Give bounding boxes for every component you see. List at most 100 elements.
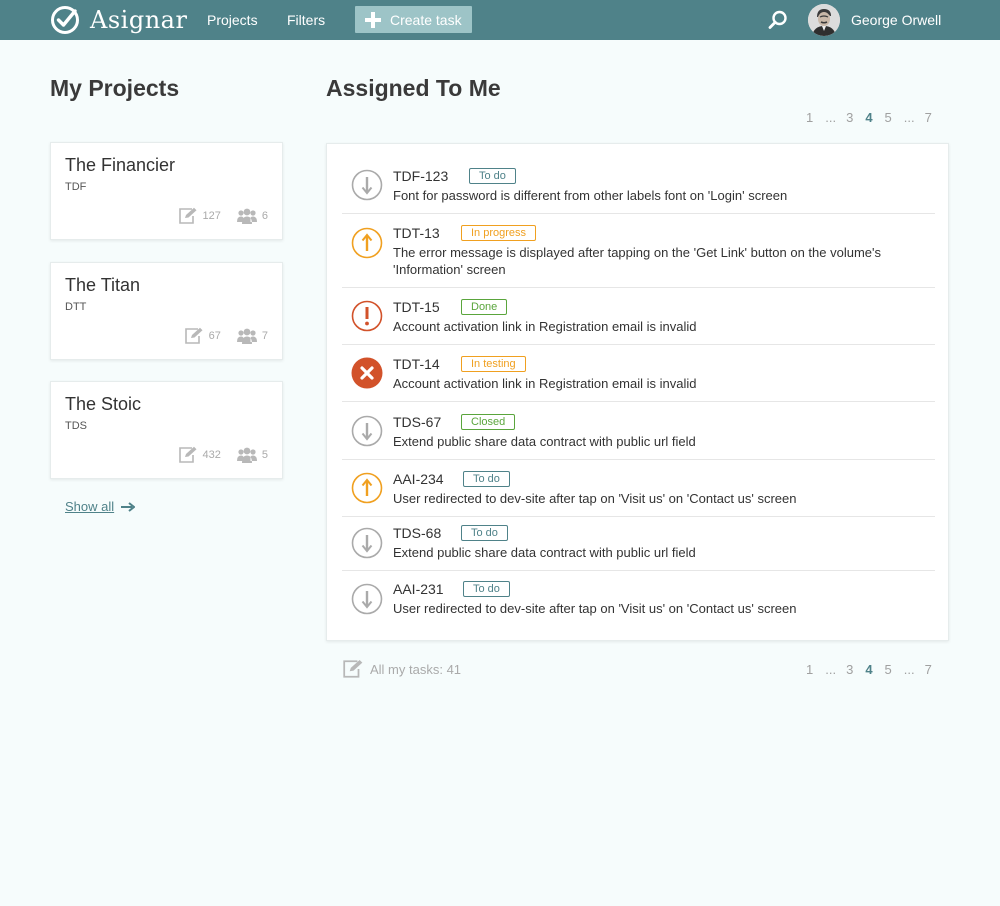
users-icon <box>236 447 257 463</box>
member-count: 5 <box>261 449 268 461</box>
arrow-down-circle-icon <box>351 527 383 559</box>
edit-icon <box>184 327 203 344</box>
status-badge: Done <box>461 299 508 315</box>
task-description: User redirected to dev-site after tap on… <box>393 491 797 506</box>
member-count: 6 <box>261 210 268 222</box>
top-navigation-bar: Asignar Projects Filters Create task Geo… <box>0 0 1000 40</box>
nav-projects[interactable]: Projects <box>207 0 258 40</box>
plus-icon <box>365 11 381 28</box>
project-name: The Titan <box>65 275 141 295</box>
search-icon[interactable] <box>767 9 789 31</box>
task-id: TDS-67 <box>393 414 442 430</box>
page-link[interactable]: 1 <box>806 110 813 125</box>
all-tasks-label: All my tasks: 41 <box>370 661 462 677</box>
arrow-up-circle-icon <box>351 472 383 504</box>
task-description: Font for password is different from othe… <box>393 188 788 203</box>
task-count: 432 <box>202 449 221 461</box>
user-avatar-icon <box>808 4 840 36</box>
page-ellipsis: ... <box>825 110 837 125</box>
page-current[interactable]: 4 <box>865 110 872 125</box>
project-card-titan[interactable]: The Titan DTT 67 7 <box>50 262 283 360</box>
users-icon <box>236 328 257 344</box>
status-badge: To do <box>463 471 510 487</box>
project-card-financier[interactable]: The Financier TDF 127 6 <box>50 142 283 240</box>
pagination-bottom: 1 ... 3 4 5 ... 7 <box>806 662 944 677</box>
task-row[interactable]: TDT-13 In progress The error message is … <box>342 214 935 288</box>
page-ellipsis: ... <box>903 110 915 125</box>
project-stats: 127 6 <box>178 207 268 225</box>
task-row[interactable]: TDS-67 Closed Extend public share data c… <box>342 402 935 460</box>
users-icon <box>236 208 257 224</box>
task-row[interactable]: AAI-231 To do User redirected to dev-sit… <box>342 571 935 627</box>
task-id: TDF-123 <box>393 168 449 184</box>
project-card-stoic[interactable]: The Stoic TDS 432 5 <box>50 381 283 479</box>
edit-icon <box>343 659 363 678</box>
project-code: TDS <box>65 420 87 432</box>
task-description: Extend public share data contract with p… <box>393 434 696 449</box>
status-badge: In testing <box>461 356 526 372</box>
assigned-tasks-panel: TDF-123 To do Font for password is diffe… <box>326 143 949 641</box>
app-name: Asignar <box>90 6 188 34</box>
project-stats: 432 5 <box>178 446 268 464</box>
arrow-down-circle-icon <box>351 583 383 615</box>
status-badge: Closed <box>461 414 516 430</box>
task-id: TDT-15 <box>393 299 440 315</box>
page-link[interactable]: 5 <box>885 110 892 125</box>
task-description: Account activation link in Registration … <box>393 376 697 391</box>
project-code: TDF <box>65 181 87 193</box>
checkmark-circle-icon <box>51 6 79 34</box>
task-row[interactable]: TDS-68 To do Extend public share data co… <box>342 517 935 571</box>
page-link[interactable]: 3 <box>846 662 853 677</box>
create-task-button[interactable]: Create task <box>355 6 472 33</box>
project-name: The Stoic <box>65 394 142 414</box>
task-id: TDT-14 <box>393 356 440 372</box>
my-projects-title: My Projects <box>50 75 180 101</box>
task-description: Extend public share data contract with p… <box>393 545 696 560</box>
status-badge: To do <box>469 168 516 184</box>
show-all-link[interactable]: Show all <box>65 499 136 514</box>
assigned-to-me-title: Assigned To Me <box>326 75 501 101</box>
pagination-top: 1 ... 3 4 5 ... 7 <box>806 110 944 125</box>
arrow-right-icon <box>121 501 136 512</box>
page-link[interactable]: 1 <box>806 662 813 677</box>
create-task-label: Create task <box>390 11 462 28</box>
avatar[interactable] <box>808 4 840 36</box>
page-link[interactable]: 7 <box>925 110 932 125</box>
task-description: User redirected to dev-site after tap on… <box>393 601 797 616</box>
task-count: 67 <box>208 330 221 342</box>
task-row[interactable]: TDF-123 To do Font for password is diffe… <box>342 157 935 214</box>
page-current[interactable]: 4 <box>865 662 872 677</box>
edit-icon <box>178 446 197 463</box>
edit-icon <box>178 207 197 224</box>
task-description: The error message is displayed after tap… <box>393 245 882 277</box>
task-row[interactable]: TDT-14 In testing Account activation lin… <box>342 345 935 402</box>
arrow-up-circle-icon <box>351 227 383 259</box>
close-circle-icon <box>351 357 383 389</box>
task-row[interactable]: TDT-15 Done Account activation link in R… <box>342 288 935 345</box>
task-row[interactable]: AAI-234 To do User redirected to dev-sit… <box>342 460 935 517</box>
show-all-label: Show all <box>65 499 115 514</box>
task-id: AAI-234 <box>393 471 444 487</box>
nav-filters[interactable]: Filters <box>287 0 325 40</box>
page-link[interactable]: 5 <box>885 662 892 677</box>
task-id: TDT-13 <box>393 225 440 241</box>
project-name: The Financier <box>65 155 176 175</box>
page-link[interactable]: 7 <box>925 662 932 677</box>
project-stats: 67 7 <box>184 327 268 345</box>
task-id: AAI-231 <box>393 581 444 597</box>
arrow-down-circle-icon <box>351 415 383 447</box>
user-name[interactable]: George Orwell <box>851 0 941 40</box>
project-code: DTT <box>65 301 87 313</box>
page-ellipsis: ... <box>825 662 837 677</box>
task-count: 127 <box>202 210 221 222</box>
status-badge: To do <box>461 525 508 541</box>
page-ellipsis: ... <box>903 662 915 677</box>
all-tasks-count[interactable]: All my tasks: 41 <box>342 659 461 679</box>
app-logo[interactable]: Asignar <box>50 4 187 36</box>
arrow-down-circle-icon <box>351 169 383 201</box>
task-description: Account activation link in Registration … <box>393 319 697 334</box>
exclamation-circle-icon <box>351 300 383 332</box>
member-count: 7 <box>261 330 268 342</box>
task-id: TDS-68 <box>393 525 442 541</box>
page-link[interactable]: 3 <box>846 110 853 125</box>
